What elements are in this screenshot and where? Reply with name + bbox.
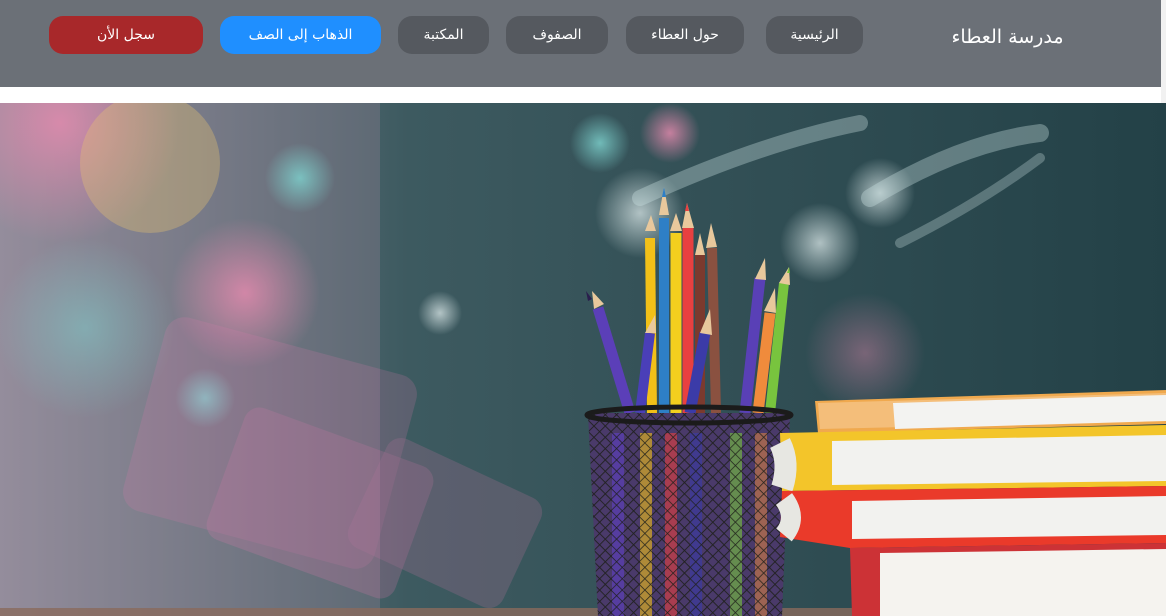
go-to-class-button[interactable]: الذهاب إلى الصف xyxy=(220,16,381,54)
hero-banner-image xyxy=(0,103,1166,616)
nav-home-button[interactable]: الرئيسية xyxy=(766,16,863,54)
nav-library-button[interactable]: المكتبة xyxy=(398,16,489,54)
register-now-button[interactable]: سجل الأن xyxy=(49,16,203,54)
nav-about-button[interactable]: حول العطاء xyxy=(626,16,744,54)
top-navbar: مدرسة العطاء الرئيسية حول العطاء الصفوف … xyxy=(0,0,1161,87)
nav-classes-button[interactable]: الصفوف xyxy=(506,16,608,54)
site-brand[interactable]: مدرسة العطاء xyxy=(945,22,1070,52)
hero-illustration xyxy=(0,103,1166,616)
